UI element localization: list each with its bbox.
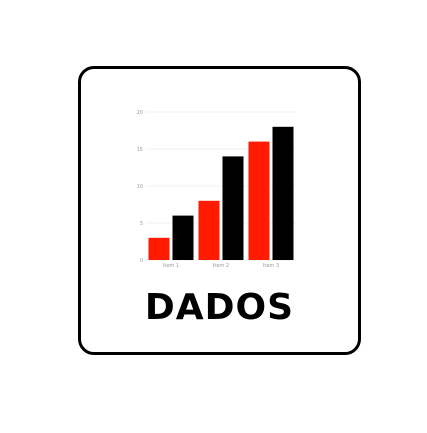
bar <box>272 126 294 260</box>
bar-chart: 0 5 10 15 20 Item 1 Item 2 Item 3 <box>137 110 296 269</box>
y-tick-label: 20 <box>137 110 143 116</box>
x-axis-tick-labels: Item 1 Item 2 Item 3 <box>163 263 279 269</box>
y-axis-tick-labels: 0 5 10 15 20 <box>137 110 143 264</box>
y-tick-label: 15 <box>137 147 143 153</box>
bar <box>222 156 244 260</box>
y-tick-label: 5 <box>140 221 143 227</box>
y-tick-label: 10 <box>137 184 143 190</box>
y-tick-label: 0 <box>140 258 143 264</box>
bar <box>248 141 270 260</box>
x-tick-label: Item 1 <box>163 263 179 269</box>
chart-bars <box>148 126 294 260</box>
card-title: DADOS <box>144 287 295 328</box>
bar <box>172 215 194 260</box>
bar <box>198 200 220 260</box>
bar <box>148 237 170 260</box>
x-tick-label: Item 3 <box>263 263 279 269</box>
x-tick-label: Item 2 <box>213 263 229 269</box>
